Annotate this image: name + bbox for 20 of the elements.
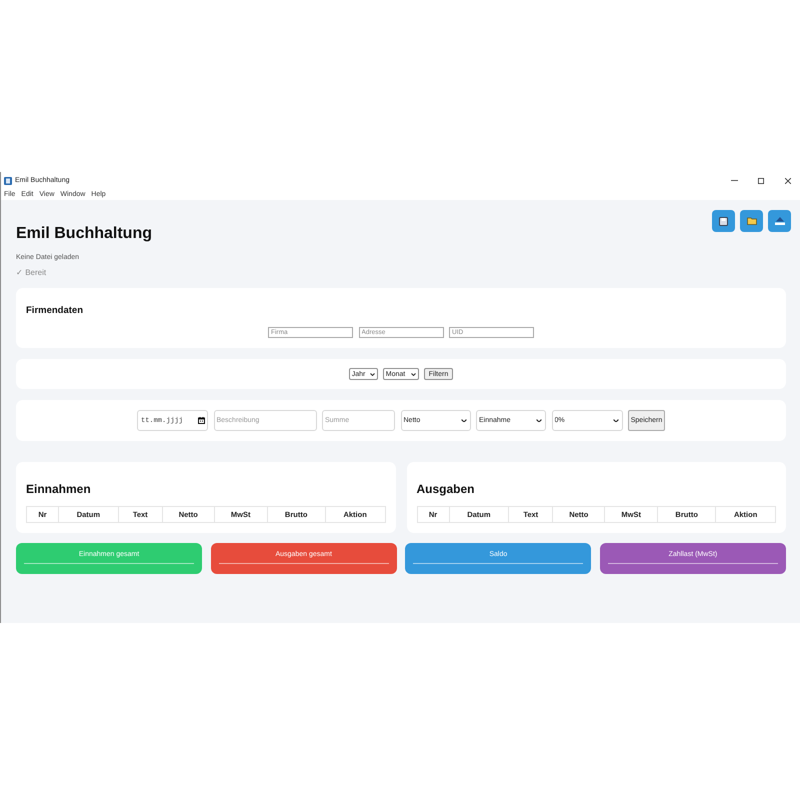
toolbar-button[interactable]	[768, 210, 791, 232]
section-title: Einnahmen	[26, 481, 91, 497]
caret-icon	[410, 372, 416, 376]
calendar-icon[interactable]	[198, 417, 205, 424]
app-icon	[4, 176, 12, 184]
app-title: Emil Buchhaltung	[16, 224, 152, 244]
toolbar-button[interactable]	[712, 210, 735, 232]
card-title: Firmendaten	[26, 305, 84, 317]
caret-icon	[460, 418, 466, 422]
toolbar-button[interactable]	[740, 210, 763, 232]
maximize-icon[interactable]	[758, 178, 764, 184]
section-title: Ausgaben	[416, 481, 475, 497]
minimize-icon[interactable]	[730, 180, 738, 181]
folder-icon	[746, 217, 756, 225]
caret-icon	[612, 418, 618, 422]
status-text: ✓ Bereit	[16, 267, 46, 279]
eject-icon	[774, 217, 784, 225]
caret-icon	[370, 372, 375, 376]
caret-icon	[536, 418, 542, 422]
close-icon[interactable]	[785, 178, 791, 184]
